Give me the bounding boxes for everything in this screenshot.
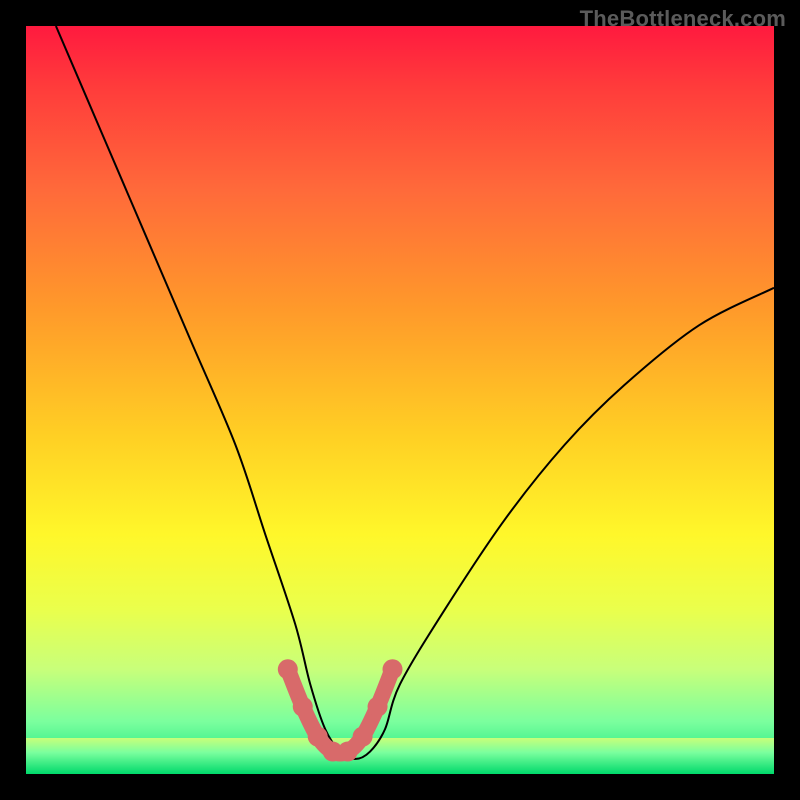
highlight-dot (308, 727, 328, 747)
highlight-dot (338, 742, 358, 762)
highlight-dot (368, 697, 388, 717)
watermark-text: TheBottleneck.com (580, 6, 786, 32)
chart-container: TheBottleneck.com (0, 0, 800, 800)
highlight-dot (353, 727, 373, 747)
highlight-dot (293, 697, 313, 717)
highlight-dot (278, 659, 298, 679)
highlight-dot (383, 659, 403, 679)
bottleneck-curve (56, 26, 774, 759)
chart-svg (26, 26, 774, 774)
plot-area (26, 26, 774, 774)
highlight-dots-group (278, 659, 403, 761)
